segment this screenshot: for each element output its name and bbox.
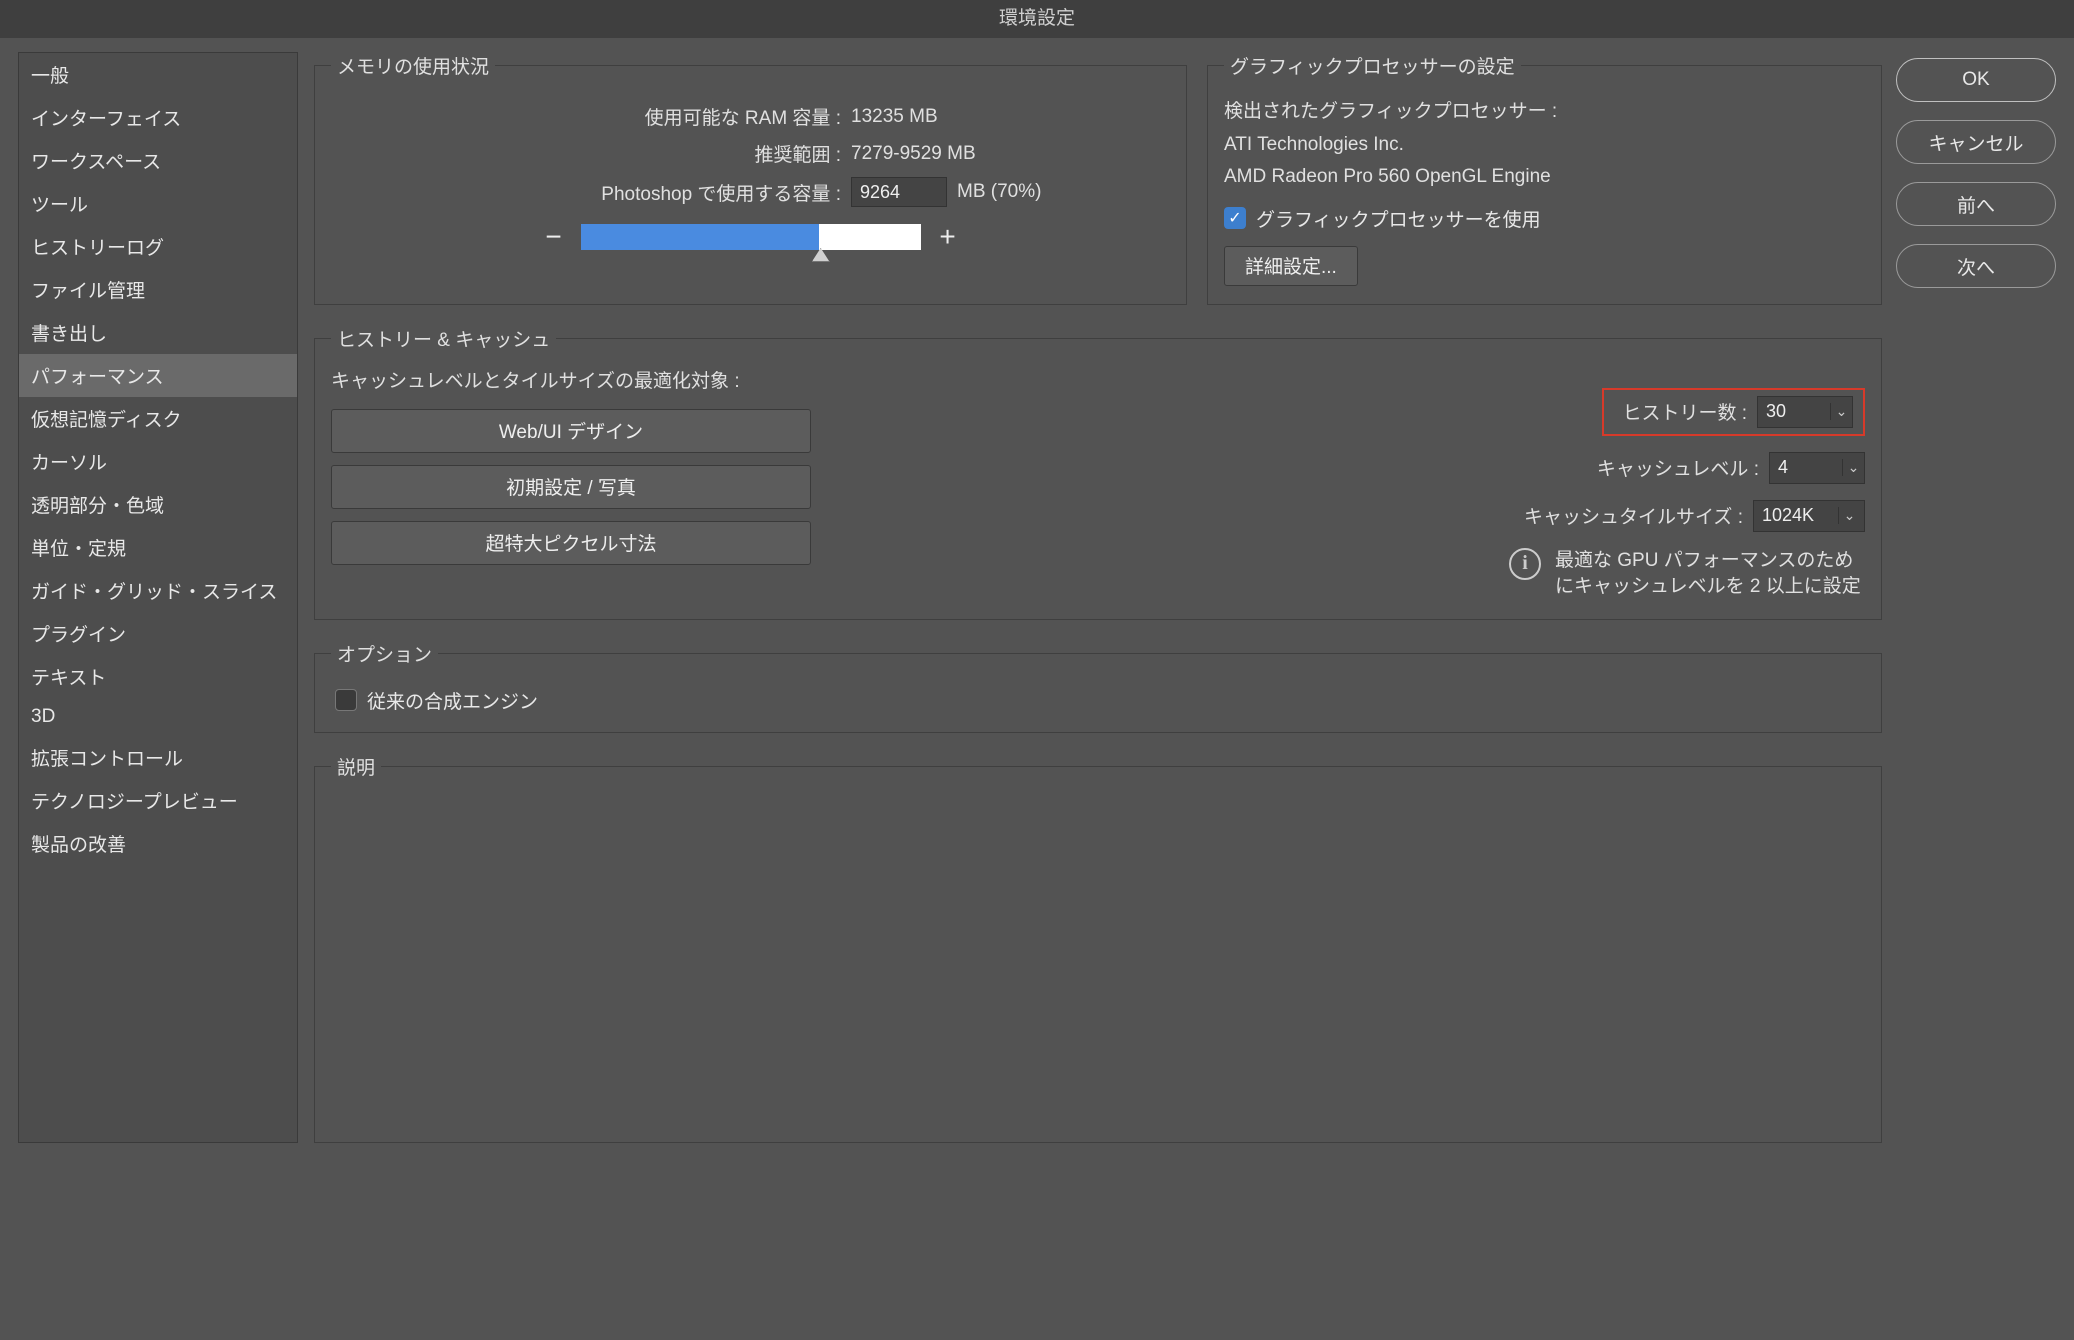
memory-increase-button[interactable]: + <box>937 221 959 253</box>
preset-huge-pixel-button[interactable]: 超特大ピクセル寸法 <box>331 521 811 565</box>
sidebar-item-label: 拡張コントロール <box>31 749 183 770</box>
sidebar-item-label: 仮想記憶ディスク <box>31 410 182 431</box>
sidebar-item-label: 3D <box>31 706 55 727</box>
sidebar-item-cursors[interactable]: カーソル <box>19 440 297 483</box>
memory-legend: メモリの使用状況 <box>331 52 495 79</box>
gpu-settings-group: グラフィックプロセッサーの設定 検出されたグラフィックプロセッサー : ATI … <box>1207 52 1882 305</box>
gpu-cache-info-text: 最適な GPU パフォーマンスのためにキャッシュレベルを 2 以上に設定 <box>1555 548 1865 601</box>
memory-usage-group: メモリの使用状況 使用可能な RAM 容量 : 13235 MB 推奨範囲 : … <box>314 52 1187 305</box>
memory-slider-handle[interactable] <box>812 248 830 262</box>
history-states-label: ヒストリー数 : <box>1622 398 1747 425</box>
sidebar-item-label: テキスト <box>31 668 106 689</box>
sidebar-item-enhanced-controls[interactable]: 拡張コントロール <box>19 736 297 779</box>
available-ram-value: 13235 MB <box>851 106 938 128</box>
cache-tile-size-input[interactable] <box>1754 505 1838 526</box>
use-gpu-checkbox[interactable]: ✓ <box>1224 207 1246 229</box>
chevron-down-icon[interactable]: ⌄ <box>1842 459 1864 476</box>
options-legend: オプション <box>331 640 438 667</box>
available-ram-label: 使用可能な RAM 容量 : <box>331 103 841 130</box>
options-group: オプション 従来の合成エンジン <box>314 640 1882 733</box>
sidebar-item-guides-grid-slices[interactable]: ガイド・グリッド・スライス <box>19 569 297 612</box>
content-area: メモリの使用状況 使用可能な RAM 容量 : 13235 MB 推奨範囲 : … <box>314 52 2056 1143</box>
sidebar-item-type[interactable]: テキスト <box>19 655 297 698</box>
cache-levels-input[interactable] <box>1770 457 1842 478</box>
sidebar-item-tech-preview[interactable]: テクノロジープレビュー <box>19 779 297 822</box>
sidebar-item-3d[interactable]: 3D <box>19 698 297 736</box>
sidebar-item-label: 書き出し <box>31 324 107 345</box>
ideal-range-value: 7279-9529 MB <box>851 143 976 165</box>
preset-default-photo-button[interactable]: 初期設定 / 写真 <box>331 465 811 509</box>
description-group: 説明 <box>314 753 1882 1143</box>
dialog-buttons: OK キャンセル 前へ 次へ <box>1896 52 2056 1143</box>
sidebar-item-transparency-gamut[interactable]: 透明部分・色域 <box>19 483 297 526</box>
sidebar-item-label: 一般 <box>31 66 69 87</box>
sidebar-item-scratch-disks[interactable]: 仮想記憶ディスク <box>19 397 297 440</box>
history-states-highlight: ヒストリー数 : ⌄ <box>1602 388 1865 436</box>
photoshop-use-input[interactable] <box>851 177 947 207</box>
cache-tile-size-label: キャッシュタイルサイズ : <box>1524 502 1743 529</box>
sidebar-item-tools[interactable]: ツール <box>19 182 297 225</box>
sidebar-item-export[interactable]: 書き出し <box>19 311 297 354</box>
gpu-legend: グラフィックプロセッサーの設定 <box>1224 52 1521 79</box>
gpu-vendor: ATI Technologies Inc. <box>1224 132 1865 159</box>
ok-button[interactable]: OK <box>1896 58 2056 102</box>
cache-optimize-label: キャッシュレベルとタイルサイズの最適化対象 : <box>331 366 851 393</box>
gpu-detected-label: 検出されたグラフィックプロセッサー : <box>1224 99 1865 126</box>
legacy-compositing-label: 従来の合成エンジン <box>367 687 538 714</box>
info-icon: i <box>1509 548 1541 580</box>
sidebar-item-label: ファイル管理 <box>31 281 145 302</box>
sidebar-item-performance[interactable]: パフォーマンス <box>19 354 297 397</box>
prev-button[interactable]: 前へ <box>1896 182 2056 226</box>
chevron-down-icon[interactable]: ⌄ <box>1830 403 1852 420</box>
sidebar-item-label: パフォーマンス <box>31 367 164 388</box>
cache-levels-combo[interactable]: ⌄ <box>1769 452 1865 484</box>
window-title: 環境設定 <box>0 0 2074 38</box>
sidebar-item-history-log[interactable]: ヒストリーログ <box>19 225 297 268</box>
sidebar-item-plugins[interactable]: プラグイン <box>19 612 297 655</box>
cancel-button[interactable]: キャンセル <box>1896 120 2056 164</box>
photoshop-use-suffix: MB (70%) <box>957 181 1041 203</box>
sidebar-item-general[interactable]: 一般 <box>19 53 297 96</box>
main-area: 一般 インターフェイス ワークスペース ツール ヒストリーログ ファイル管理 書… <box>0 38 2074 1157</box>
chevron-down-icon[interactable]: ⌄ <box>1838 507 1860 524</box>
photoshop-use-label: Photoshop で使用する容量 : <box>331 179 841 206</box>
cache-levels-label: キャッシュレベル : <box>1597 454 1759 481</box>
sidebar-item-units-rulers[interactable]: 単位・定規 <box>19 526 297 569</box>
sidebar-item-label: 透明部分・色域 <box>31 496 164 517</box>
history-cache-group: ヒストリー & キャッシュ キャッシュレベルとタイルサイズの最適化対象 : We… <box>314 325 1882 620</box>
sidebar-item-label: ワークスペース <box>31 152 161 173</box>
sidebar-item-product-improvement[interactable]: 製品の改善 <box>19 822 297 865</box>
sidebar-item-label: カーソル <box>31 453 107 474</box>
ideal-range-label: 推奨範囲 : <box>331 140 841 167</box>
sidebar-item-label: 単位・定規 <box>31 539 126 560</box>
sidebar-item-label: ツール <box>31 195 88 216</box>
description-legend: 説明 <box>331 753 381 780</box>
cache-tile-size-combo[interactable]: ⌄ <box>1753 500 1865 532</box>
history-states-input[interactable] <box>1758 401 1830 422</box>
sidebar-item-label: プラグイン <box>31 625 126 646</box>
next-button[interactable]: 次へ <box>1896 244 2056 288</box>
history-cache-legend: ヒストリー & キャッシュ <box>331 325 556 352</box>
history-states-combo[interactable]: ⌄ <box>1757 396 1853 428</box>
sidebar-item-interface[interactable]: インターフェイス <box>19 96 297 139</box>
sidebar-item-label: ヒストリーログ <box>31 238 164 259</box>
sidebar-item-label: テクノロジープレビュー <box>31 792 238 813</box>
memory-slider-fill <box>581 224 819 250</box>
use-gpu-label: グラフィックプロセッサーを使用 <box>1256 205 1541 232</box>
sidebar-item-label: ガイド・グリッド・スライス <box>31 582 277 603</box>
gpu-device: AMD Radeon Pro 560 OpenGL Engine <box>1224 164 1865 191</box>
memory-decrease-button[interactable]: − <box>543 221 565 253</box>
legacy-compositing-checkbox[interactable] <box>335 689 357 711</box>
preset-web-ui-button[interactable]: Web/UI デザイン <box>331 409 811 453</box>
sidebar-item-label: 製品の改善 <box>31 835 126 856</box>
gpu-advanced-button[interactable]: 詳細設定... <box>1224 246 1358 286</box>
memory-slider[interactable] <box>581 224 921 250</box>
sidebar-item-label: インターフェイス <box>31 109 181 130</box>
sidebar-item-workspace[interactable]: ワークスペース <box>19 139 297 182</box>
preferences-sidebar: 一般 インターフェイス ワークスペース ツール ヒストリーログ ファイル管理 書… <box>18 52 298 1143</box>
sidebar-item-file-handling[interactable]: ファイル管理 <box>19 268 297 311</box>
